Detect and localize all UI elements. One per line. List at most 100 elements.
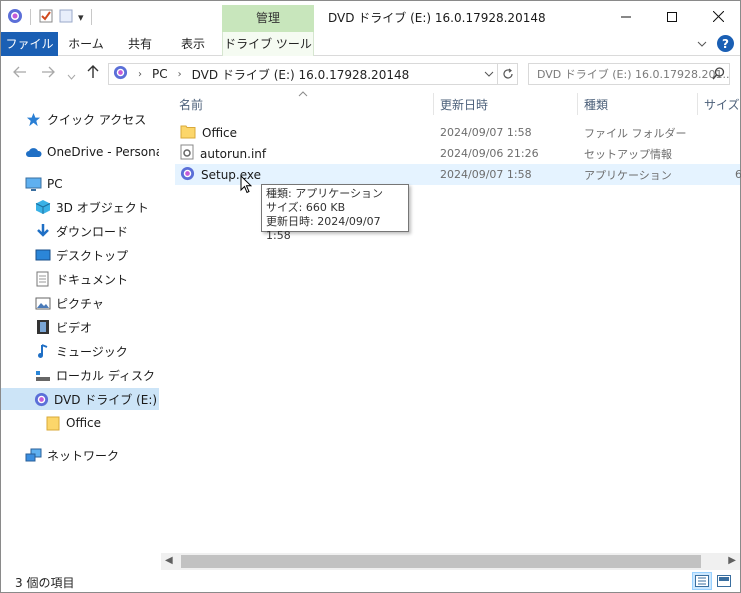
- file-name-cell: Office: [180, 124, 237, 142]
- nav-label: ミュージック: [56, 344, 128, 359]
- column-header-size[interactable]: サイズ: [704, 96, 740, 113]
- download-icon: [34, 223, 51, 240]
- file-name: autorun.inf: [200, 146, 267, 161]
- expand-ribbon-icon[interactable]: [697, 37, 707, 51]
- status-bar: 3 個の項目: [1, 571, 740, 592]
- folder-icon: [44, 415, 61, 432]
- context-tab-manage[interactable]: 管理: [222, 5, 314, 32]
- tooltip-type: 種類: アプリケーション: [266, 187, 383, 200]
- tab-home[interactable]: ホーム: [60, 32, 112, 56]
- nav-office-folder[interactable]: Office: [44, 412, 101, 434]
- maximize-button[interactable]: [649, 1, 695, 32]
- qat-dropdown-icon[interactable]: ▾: [78, 11, 84, 24]
- nav-3d-objects[interactable]: 3D オブジェクト: [34, 196, 149, 218]
- folder-icon: [180, 124, 196, 142]
- document-icon: [34, 271, 51, 288]
- file-date: 2024/09/06 21:26: [440, 147, 539, 160]
- column-header-name[interactable]: 名前: [179, 96, 203, 113]
- breadcrumb-pc[interactable]: PC: [152, 67, 168, 81]
- column-header-date[interactable]: 更新日時: [440, 96, 488, 113]
- ribbon-controls: ?: [697, 35, 734, 52]
- search-input[interactable]: DVD ドライブ (E:) 16.0.17928.201...: [528, 63, 730, 85]
- nav-label: ピクチャ: [56, 296, 104, 311]
- nav-local-disk[interactable]: ローカル ディスク (C:): [34, 364, 159, 386]
- file-date: 2024/09/07 1:58: [440, 126, 532, 139]
- file-row[interactable]: Setup.exe 2024/09/07 1:58 アプリケーション 6: [175, 164, 741, 185]
- file-name: Setup.exe: [201, 167, 262, 182]
- view-switcher: [692, 572, 734, 590]
- mouse-cursor-icon: [240, 174, 253, 197]
- nav-label: ビデオ: [56, 320, 93, 335]
- file-row[interactable]: autorun.inf 2024/09/06 21:26 セットアップ情報: [175, 143, 740, 164]
- help-icon[interactable]: ?: [717, 35, 734, 52]
- minimize-icon: [621, 16, 631, 17]
- large-icons-view-button[interactable]: [714, 572, 734, 590]
- nav-label: ネットワーク: [47, 448, 120, 463]
- details-view-button[interactable]: [692, 572, 712, 590]
- tab-share[interactable]: 共有: [115, 32, 165, 56]
- nav-desktop[interactable]: デスクトップ: [34, 244, 128, 266]
- nav-dvd-drive[interactable]: DVD ドライブ (E:) 16.0: [1, 388, 159, 410]
- nav-quick-access[interactable]: クイック アクセス: [25, 108, 146, 130]
- address-bar[interactable]: › PC › DVD ドライブ (E:) 16.0.17928.20148: [108, 63, 498, 85]
- nav-label: PC: [47, 177, 63, 191]
- forward-arrow-icon[interactable]: [41, 66, 55, 82]
- nav-videos[interactable]: ビデオ: [34, 316, 92, 338]
- column-divider[interactable]: [433, 93, 434, 115]
- tab-view[interactable]: 表示: [169, 32, 217, 56]
- app-icon[interactable]: [7, 8, 23, 27]
- breadcrumb-separator-icon: ›: [177, 68, 182, 80]
- search-icon[interactable]: [712, 67, 725, 83]
- large-icons-view-icon: [717, 575, 731, 587]
- nav-pictures[interactable]: ピクチャ: [34, 292, 104, 314]
- back-arrow-icon[interactable]: [13, 66, 27, 82]
- music-note-icon: [34, 343, 51, 360]
- navigation-pane: クイック アクセス OneDrive - Personal PC 3D オブジェ…: [1, 93, 159, 567]
- nav-onedrive[interactable]: OneDrive - Personal: [25, 141, 159, 163]
- nav-downloads[interactable]: ダウンロード: [34, 220, 128, 242]
- column-divider[interactable]: [577, 93, 578, 115]
- address-row: › PC › DVD ドライブ (E:) 16.0.17928.20148 DV…: [1, 57, 740, 91]
- search-placeholder: DVD ドライブ (E:) 16.0.17928.201...: [537, 68, 730, 81]
- column-divider[interactable]: [697, 93, 698, 115]
- nav-label: ローカル ディスク (C:): [56, 368, 159, 383]
- address-dropdown-icon[interactable]: [484, 67, 494, 84]
- nav-documents[interactable]: ドキュメント: [34, 268, 128, 290]
- refresh-icon: [502, 68, 513, 79]
- refresh-button[interactable]: [498, 63, 518, 85]
- tab-file[interactable]: ファイル: [1, 32, 58, 56]
- office-disc-icon: [34, 391, 49, 408]
- office-setup-icon: [180, 166, 195, 184]
- scroll-left-icon[interactable]: ◀: [165, 555, 173, 566]
- nav-label: ダウンロード: [56, 224, 129, 239]
- nav-network[interactable]: ネットワーク: [25, 444, 119, 466]
- properties-icon[interactable]: [38, 8, 54, 27]
- scroll-right-icon[interactable]: ▶: [728, 555, 736, 566]
- maximize-icon: [667, 11, 677, 22]
- file-date: 2024/09/07 1:58: [440, 168, 532, 181]
- nav-label: デスクトップ: [56, 248, 129, 263]
- up-arrow-icon[interactable]: [87, 65, 99, 83]
- scrollbar-thumb[interactable]: [181, 555, 701, 568]
- nav-label: ドキュメント: [56, 272, 129, 287]
- file-name-cell: autorun.inf: [180, 144, 266, 163]
- item-count: 3 個の項目: [15, 576, 75, 590]
- close-button[interactable]: [695, 1, 741, 32]
- tab-drive-tools[interactable]: ドライブ ツール: [222, 32, 314, 56]
- file-explorer-window: ▾ 管理 DVD ドライブ (E:) 16.0.17928.20148 ファイル…: [0, 0, 741, 593]
- nav-label: Office: [66, 416, 102, 430]
- nav-pc[interactable]: PC: [25, 173, 63, 195]
- tooltip-size: サイズ: 660 KB: [266, 201, 346, 214]
- qat-separator: [30, 9, 31, 25]
- column-header-type[interactable]: 種類: [584, 96, 608, 113]
- breadcrumb-dvd[interactable]: DVD ドライブ (E:) 16.0.17928.20148: [192, 66, 410, 83]
- nav-music[interactable]: ミュージック: [34, 340, 128, 362]
- minimize-button[interactable]: [603, 1, 649, 32]
- hard-drive-icon: [34, 367, 51, 384]
- recent-locations-icon[interactable]: [67, 68, 76, 84]
- network-icon: [25, 447, 42, 464]
- file-row[interactable]: Office 2024/09/07 1:58 ファイル フォルダー: [175, 122, 740, 143]
- new-folder-icon[interactable]: [58, 8, 74, 27]
- horizontal-scrollbar[interactable]: ◀ ▶: [161, 553, 740, 570]
- column-headers: 名前 更新日時 種類 サイズ: [161, 91, 740, 115]
